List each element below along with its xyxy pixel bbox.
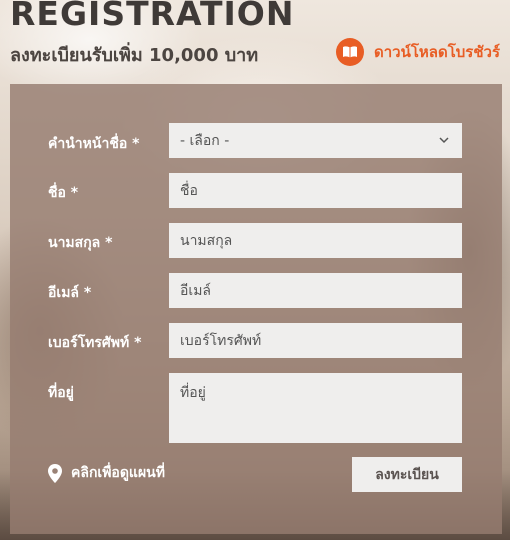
- page-subtitle: ลงทะเบียนรับเพิ่ม 10,000 บาท: [10, 45, 259, 66]
- page-title: REGISTRATION: [10, 0, 295, 33]
- first-name-placeholder: ชื่อ: [180, 182, 198, 199]
- phone-input[interactable]: เบอร์โทรศัพท์: [169, 323, 462, 358]
- chevron-down-icon: [439, 137, 449, 144]
- prefix-label: คำนำหน้าชื่อ *: [48, 136, 140, 152]
- first-name-label: ชื่อ *: [48, 185, 79, 201]
- last-name-input[interactable]: นามสกุล: [169, 223, 462, 258]
- phone-label: เบอร์โทรศัพท์ *: [48, 335, 142, 351]
- register-button[interactable]: ลงทะเบียน: [352, 457, 462, 492]
- view-map-link[interactable]: คลิกเพื่อดูแผนที่: [48, 462, 165, 484]
- book-icon: [335, 38, 364, 66]
- address-placeholder: ที่อยู่: [180, 385, 206, 401]
- phone-placeholder: เบอร์โทรศัพท์: [180, 332, 262, 349]
- first-name-input[interactable]: ชื่อ: [169, 173, 462, 208]
- map-pin-icon: [48, 463, 62, 483]
- registration-form: คำนำหน้าชื่อ * - เลือก - ชื่อ * ชื่อ นาม…: [10, 84, 502, 534]
- address-label: ที่อยู่: [48, 385, 74, 401]
- prefix-select-value: - เลือก -: [180, 132, 230, 149]
- last-name-label: นามสกุล *: [48, 235, 113, 251]
- last-name-placeholder: นามสกุล: [180, 232, 233, 249]
- address-textarea[interactable]: ที่อยู่: [169, 373, 462, 443]
- email-input[interactable]: อีเมล์: [169, 273, 462, 308]
- email-placeholder: อีเมล์: [180, 282, 212, 299]
- email-label: อีเมล์ *: [48, 285, 92, 301]
- prefix-select[interactable]: - เลือก -: [169, 123, 462, 158]
- download-brochure-label: ดาวน์โหลดโบรชัวร์: [373, 43, 500, 61]
- download-brochure-link[interactable]: ดาวน์โหลดโบรชัวร์: [335, 38, 500, 66]
- view-map-label: คลิกเพื่อดูแผนที่: [71, 465, 165, 481]
